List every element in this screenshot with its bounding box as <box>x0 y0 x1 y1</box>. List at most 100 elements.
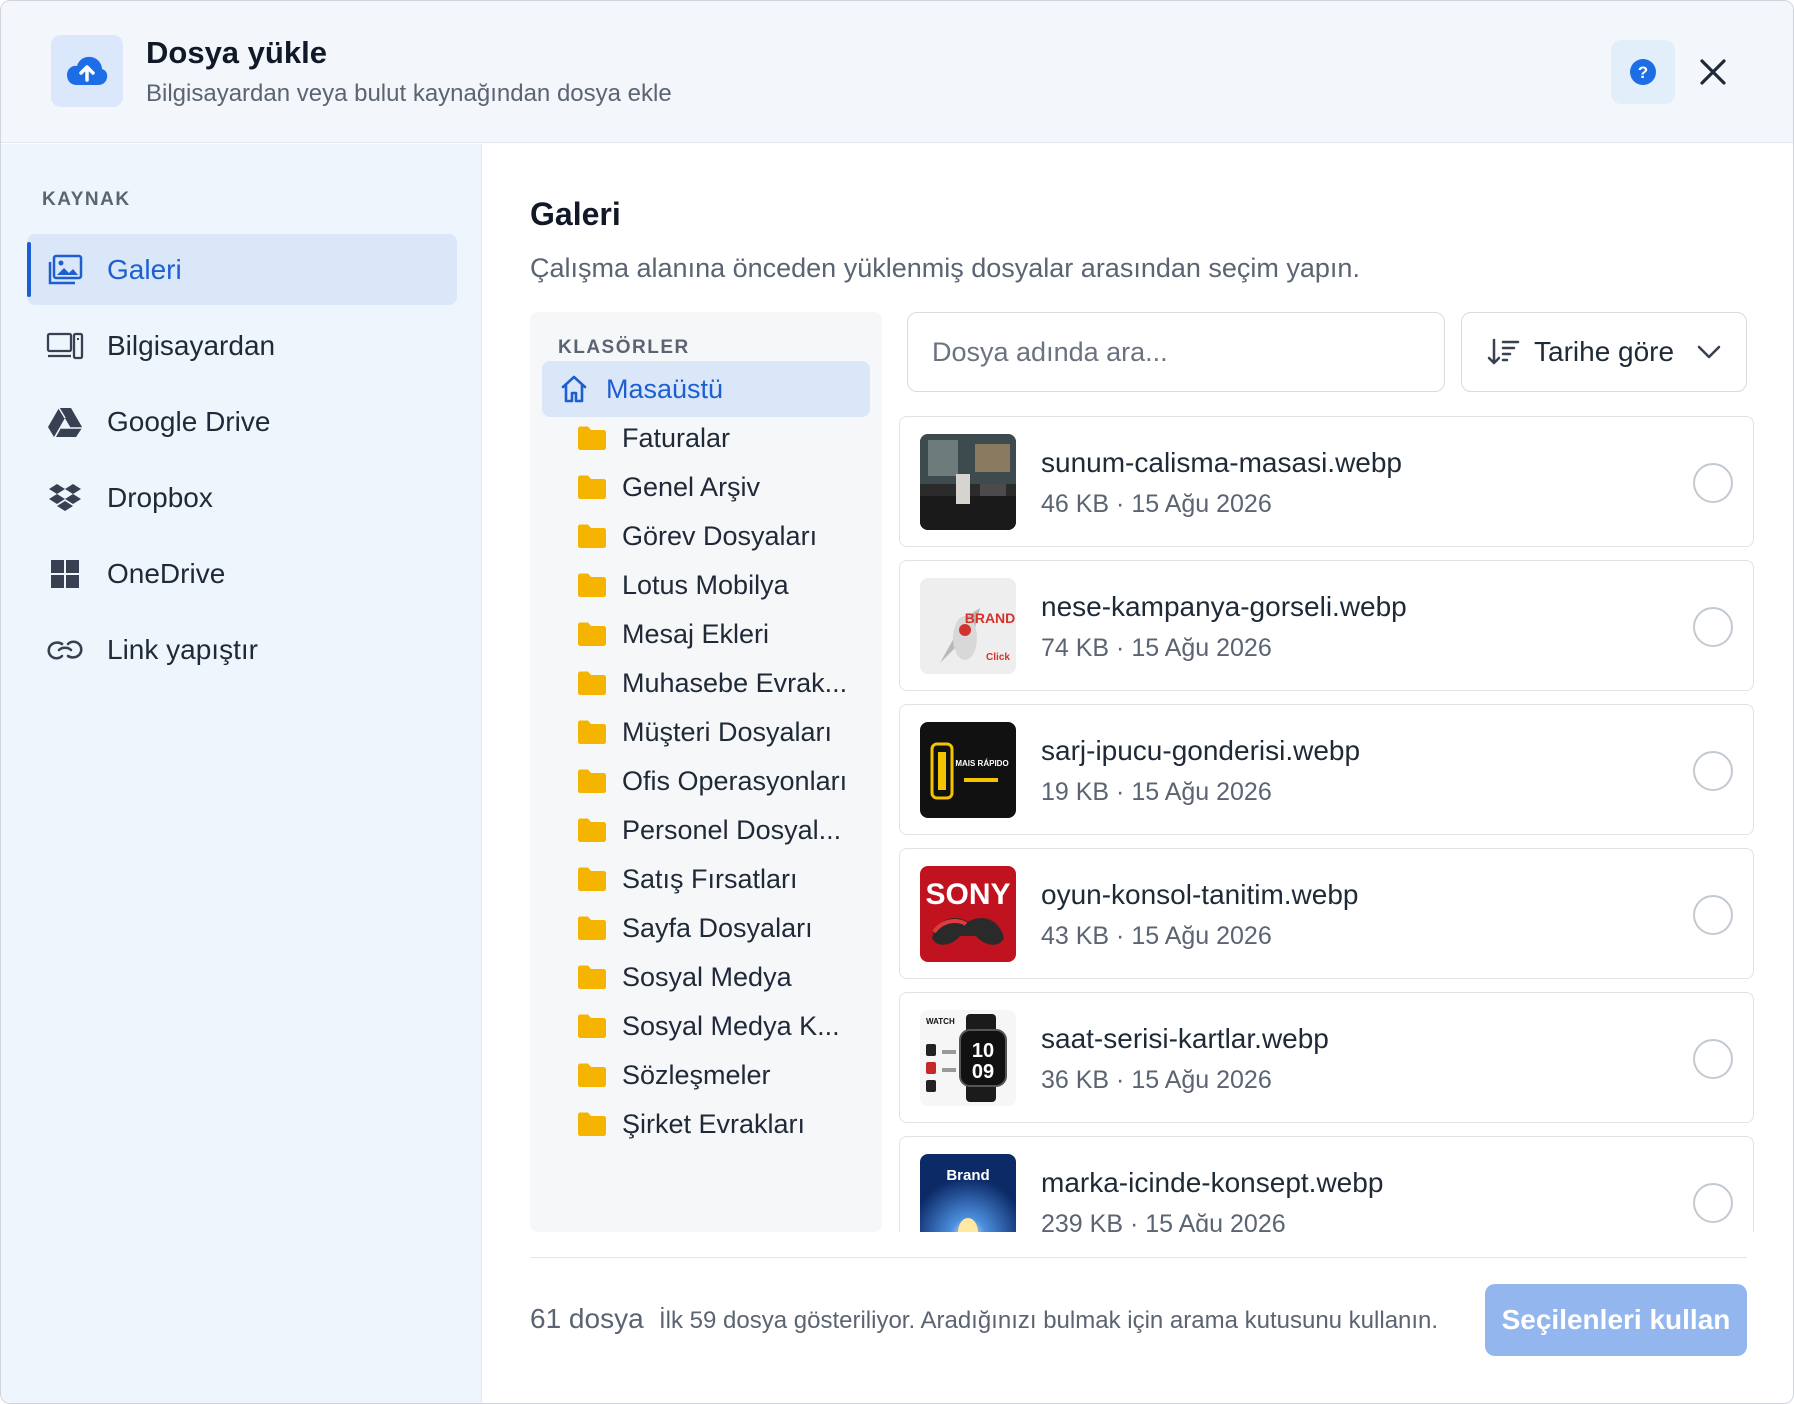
upload-dialog: Dosya yükle Bilgisayardan veya bulut kay… <box>0 0 1794 1404</box>
svg-text:?: ? <box>1638 63 1648 82</box>
folder-item[interactable]: Muhasebe Evrak... <box>542 655 870 711</box>
folder-item[interactable]: Personel Dosyal... <box>542 802 870 858</box>
thumb-text: SONY <box>925 878 1010 911</box>
file-card[interactable]: SONY oyun-konsol-tanitim.webp 43 KB · 15… <box>899 848 1754 979</box>
folder-icon <box>576 618 608 650</box>
folder-item[interactable]: Müşteri Dosyaları <box>542 704 870 760</box>
page-title: Galeri <box>530 196 621 232</box>
folder-icon <box>576 863 608 895</box>
dialog-title: Dosya yükle <box>146 35 327 70</box>
sidebar-item-label: OneDrive <box>107 557 226 589</box>
folder-icon <box>576 912 608 944</box>
file-name: sarj-ipucu-gonderisi.webp <box>1041 735 1361 766</box>
sidebar-heading: KAYNAK <box>42 189 131 210</box>
search-input[interactable] <box>908 313 1444 391</box>
file-card[interactable]: MAIS RÁPIDO sarj-ipucu-gonderisi.webp 19… <box>899 704 1754 835</box>
sidebar-item-gallery[interactable]: Galeri <box>27 234 457 305</box>
select-radio[interactable] <box>1693 1039 1733 1079</box>
folder-label: Müşteri Dosyaları <box>622 716 833 747</box>
file-name: oyun-konsol-tanitim.webp <box>1041 879 1359 910</box>
google-drive-icon <box>45 402 85 442</box>
close-icon <box>1700 59 1726 85</box>
select-radio[interactable] <box>1693 1183 1733 1223</box>
sidebar-item-dropbox[interactable]: Dropbox <box>27 462 457 533</box>
folder-label: Satış Fırsatları <box>622 863 798 894</box>
sidebar-item-label: Link yapıştır <box>107 633 258 665</box>
sidebar-item-label: Galeri <box>107 253 182 285</box>
folder-panel[interactable]: KLASÖRLER Masaüstü Faturalar Genel Arşiv Gö… <box>530 312 882 1232</box>
folder-icon <box>576 569 608 601</box>
file-thumbnail: WATCH 10 09 <box>920 1010 1016 1106</box>
folder-item[interactable]: Mesaj Ekleri <box>542 606 870 662</box>
folder-item[interactable]: Görev Dosyaları <box>542 508 870 564</box>
select-radio[interactable] <box>1693 607 1733 647</box>
folder-label: Mesaj Ekleri <box>622 618 770 649</box>
folder-item[interactable]: Sosyal Medya <box>542 949 870 1005</box>
sidebar-item-onedrive[interactable]: OneDrive <box>27 538 457 609</box>
folder-icon <box>576 1059 608 1091</box>
help-button[interactable]: ? <box>1611 40 1675 104</box>
file-card[interactable]: WATCH 10 09 saat-serisi-kartlar.webp 36 … <box>899 992 1754 1123</box>
folder-item[interactable]: Masaüstü <box>542 361 870 417</box>
folder-label: Sosyal Medya K... <box>622 1010 840 1041</box>
file-name: nese-kampanya-gorseli.webp <box>1041 591 1407 622</box>
folder-icon <box>576 814 608 846</box>
file-meta: 74 KB · 15 Ağu 2026 <box>1041 634 1272 662</box>
folder-icon <box>576 1108 608 1140</box>
thumb-text-hour: 10 <box>972 1040 994 1062</box>
file-meta: 36 KB · 15 Ağu 2026 <box>1041 1066 1272 1094</box>
file-thumbnail: Brand <box>920 1154 1016 1232</box>
folder-icon <box>576 716 608 748</box>
gallery-icon <box>45 250 85 290</box>
folder-label: Masaüstü <box>606 373 724 404</box>
onedrive-icon <box>45 554 85 594</box>
sidebar-item-google-drive[interactable]: Google Drive <box>27 386 457 457</box>
folder-item[interactable]: Sosyal Medya K... <box>542 998 870 1054</box>
file-name: marka-icinde-konsept.webp <box>1041 1167 1384 1198</box>
folder-item[interactable]: Şirket Evrakları <box>542 1096 870 1152</box>
file-meta: 46 KB · 15 Ağu 2026 <box>1041 490 1272 518</box>
file-card[interactable]: sunum-calisma-masasi.webp 46 KB · 15 Ağu… <box>899 416 1754 547</box>
search-box[interactable] <box>907 312 1445 392</box>
folder-item[interactable]: Ofis Operasyonları <box>542 753 870 809</box>
select-radio[interactable] <box>1693 751 1733 791</box>
sidebar-item-label: Google Drive <box>107 405 271 437</box>
file-thumbnail: BRAND Click <box>920 578 1016 674</box>
folder-icon <box>576 1010 608 1042</box>
folder-label: Ofis Operasyonları <box>622 765 848 796</box>
file-meta: 43 KB · 15 Ağu 2026 <box>1041 922 1272 950</box>
folder-label: Sosyal Medya <box>622 961 792 992</box>
use-selected-button[interactable]: Seçilenleri kullan <box>1485 1284 1747 1356</box>
folder-label: Lotus Mobilya <box>622 569 789 600</box>
file-thumbnail: SONY <box>920 866 1016 962</box>
folder-label: Şirket Evrakları <box>622 1108 806 1139</box>
computer-icon <box>45 326 85 366</box>
folder-item[interactable]: Sayfa Dosyaları <box>542 900 870 956</box>
svg-text:Click: Click <box>986 652 1010 663</box>
folder-item[interactable]: Satış Fırsatları <box>542 851 870 907</box>
file-thumbnail <box>920 434 1016 530</box>
folder-item[interactable]: Faturalar <box>542 410 870 466</box>
thumb-text-minute: 09 <box>972 1061 994 1083</box>
file-name: saat-serisi-kartlar.webp <box>1041 1023 1329 1054</box>
page-description: Çalışma alanına önceden yüklenmiş dosyal… <box>530 253 1360 283</box>
folder-label: Görev Dosyaları <box>622 520 818 551</box>
file-list[interactable]: sunum-calisma-masasi.webp 46 KB · 15 Ağu… <box>899 416 1755 1232</box>
sidebar-item-computer[interactable]: Bilgisayardan <box>27 310 457 381</box>
thumb-text: WATCH <box>926 1017 955 1026</box>
file-card[interactable]: BRAND Click nese-kampanya-gorseli.webp 7… <box>899 560 1754 691</box>
folder-item[interactable]: Genel Arşiv <box>542 459 870 515</box>
folder-item[interactable]: Lotus Mobilya <box>542 557 870 613</box>
select-radio[interactable] <box>1693 463 1733 503</box>
file-name: sunum-calisma-masasi.webp <box>1041 447 1403 478</box>
folder-item[interactable]: Sözleşmeler <box>542 1047 870 1103</box>
sidebar-item-paste-link[interactable]: Link yapıştır <box>27 614 457 685</box>
close-button[interactable] <box>1681 40 1745 104</box>
footer-note: İlk 59 dosya gösteriliyor. Aradığınızı b… <box>659 1307 1439 1334</box>
home-icon <box>558 373 590 405</box>
folder-icon <box>576 961 608 993</box>
select-radio[interactable] <box>1693 895 1733 935</box>
file-card[interactable]: Brand marka-icinde-konsept.webp 239 KB ·… <box>899 1136 1754 1232</box>
sort-dropdown[interactable]: Tarihe göre <box>1461 312 1747 392</box>
folder-label: Sözleşmeler <box>622 1059 771 1090</box>
